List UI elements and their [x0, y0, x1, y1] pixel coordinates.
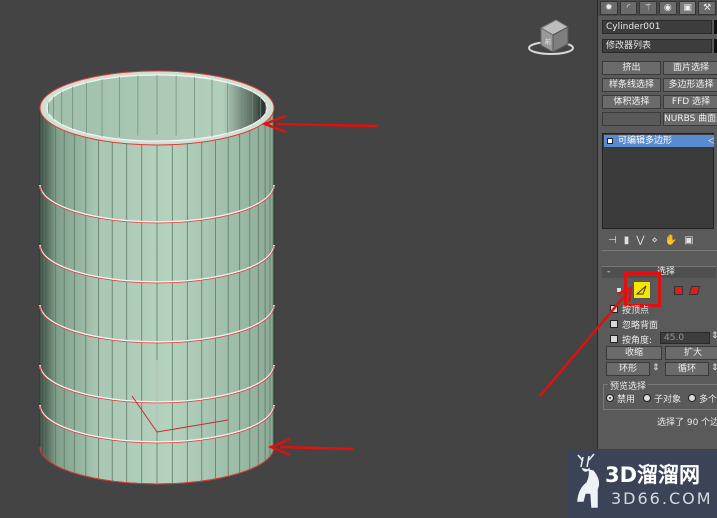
- poly-select-button[interactable]: 多边形选择: [663, 78, 717, 92]
- loop-spinner-icon[interactable]: ⇕: [711, 363, 717, 373]
- stack-arrow-icon: ◁: [708, 136, 714, 146]
- watermark-logo: 3D溜溜网 3D66.COM: [567, 449, 717, 518]
- show-end-result-icon[interactable]: ▮: [624, 235, 630, 246]
- hand-icon[interactable]: ✋: [665, 235, 677, 246]
- watermark-line2: 3D66.COM: [611, 489, 713, 508]
- spline-select-button[interactable]: 样条线选择: [602, 78, 661, 92]
- preview-multi-label: 多个: [699, 395, 717, 405]
- empty-modifier-button[interactable]: [602, 112, 661, 126]
- extrude-modifier-button[interactable]: 挤出: [602, 61, 661, 75]
- annotation-arrow-diagonal: [539, 285, 633, 397]
- pin-stack-icon[interactable]: ⊣: [608, 235, 617, 246]
- stack-item-editable-poly[interactable]: 可编辑多边形 ◁: [604, 135, 714, 147]
- modifier-list-dropdown[interactable]: 修改器列表: [602, 39, 712, 53]
- motion-tab-icon[interactable]: ◉: [659, 1, 677, 15]
- polygon-mode-icon[interactable]: [674, 286, 683, 295]
- create-tab-icon[interactable]: ✹: [600, 1, 618, 15]
- utilities-tab-icon[interactable]: ⚒: [698, 1, 717, 15]
- grow-button[interactable]: 扩大: [665, 346, 717, 360]
- loop-button[interactable]: 循环: [665, 362, 709, 376]
- expand-box-icon[interactable]: [607, 138, 613, 144]
- viewport-canvas[interactable]: 前: [0, 0, 597, 518]
- stack-toolbar: ⊣ ▮ ⋁ ⋄ ✋ ▣: [602, 233, 717, 247]
- annotation-arrow-bottom: [267, 437, 354, 457]
- hierarchy-tab-icon[interactable]: ⚚: [639, 1, 658, 15]
- ffd-select-button[interactable]: FFD 选择: [663, 95, 717, 109]
- make-unique-icon[interactable]: ⋁: [636, 235, 644, 246]
- nurbs-surface-select-button[interactable]: NURBS 曲面选: [663, 112, 717, 126]
- deer-logo-icon: [577, 453, 600, 508]
- angle-spinner-field[interactable]: 45.0: [660, 332, 710, 344]
- watermark-line1: 3D溜溜网: [605, 463, 701, 487]
- remove-modifier-icon[interactable]: ⋄: [651, 235, 657, 246]
- selection-status-text: 选择了 90 个边: [657, 418, 717, 428]
- divider: [602, 250, 717, 251]
- spinner-arrows-icon[interactable]: ⇕: [711, 331, 717, 341]
- preview-subobject-label: 子对象: [654, 395, 682, 405]
- viewcube-label: 前: [545, 38, 551, 46]
- display-tab-icon[interactable]: ▣: [678, 1, 697, 15]
- stack-item-label: 可编辑多边形: [618, 136, 673, 146]
- border-mode-icon[interactable]: [654, 285, 664, 295]
- perspective-viewport[interactable]: 前: [0, 0, 597, 518]
- patch-select-button[interactable]: 面片选择: [663, 61, 717, 75]
- preview-multi-radio[interactable]: [688, 394, 696, 402]
- configure-sets-icon[interactable]: ▣: [684, 235, 693, 246]
- annotation-arrow-top: [261, 114, 379, 134]
- modifier-stack-list[interactable]: 可编辑多边形 ◁: [602, 133, 714, 229]
- object-name-field[interactable]: Cylinder001: [602, 20, 712, 34]
- panel-tab-row: ✹ ◜ ⚚ ◉ ▣ ⚒: [598, 0, 717, 16]
- ring-spinner-icon[interactable]: ⇕: [652, 363, 660, 373]
- viewcube-icon[interactable]: 前: [528, 19, 574, 55]
- modify-tab-icon[interactable]: ◜: [619, 1, 638, 15]
- volume-select-button[interactable]: 体积选择: [602, 95, 661, 109]
